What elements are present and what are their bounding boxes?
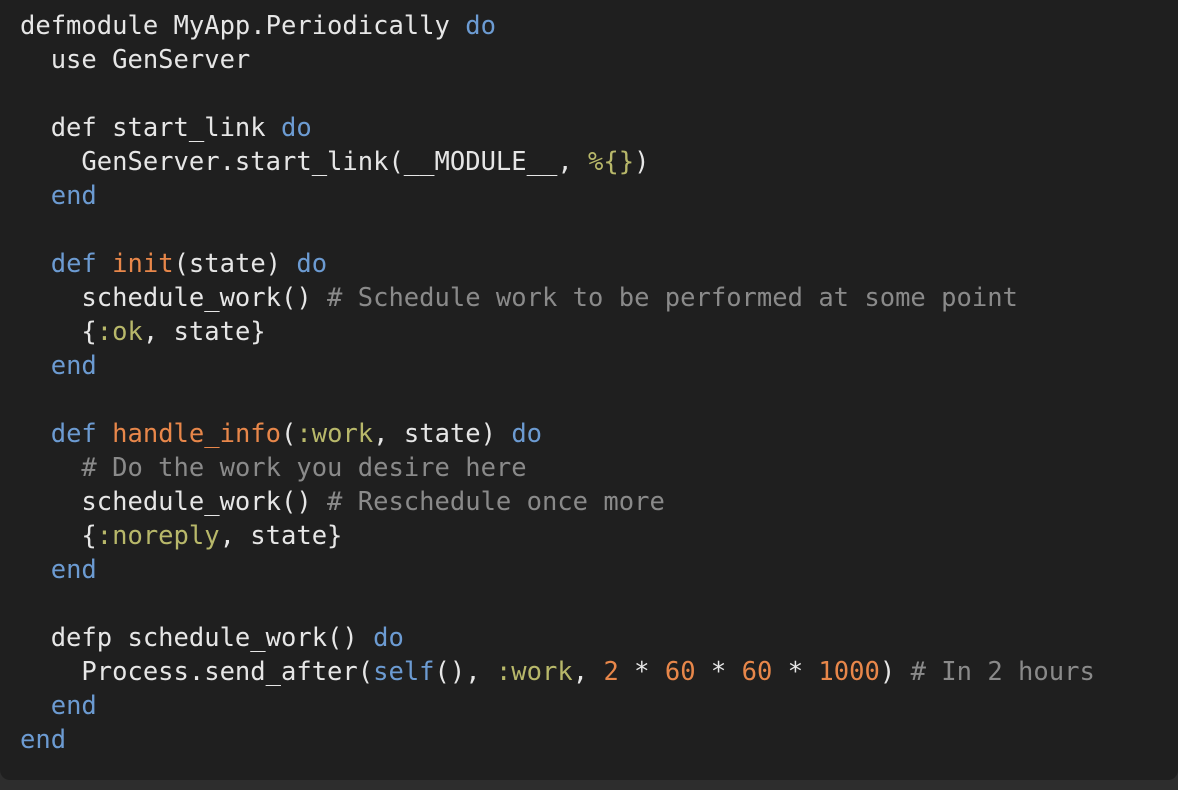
code-text: defp schedule_work()	[20, 623, 374, 653]
keyword-token: do	[373, 623, 404, 653]
function-name-token: handle_info	[112, 419, 282, 449]
code-text: use GenServer	[20, 45, 251, 75]
keyword-token: end	[50, 351, 97, 381]
comment-token: # Schedule work to be performed at some …	[327, 283, 1018, 313]
code-line: {:noreply, state}	[20, 519, 1095, 553]
number-token: 60	[741, 657, 773, 687]
code-text: def start_link	[20, 113, 281, 143]
number-token: 2	[603, 657, 619, 687]
keyword-token: end	[50, 691, 97, 721]
code-line: Process.send_after(self(), :work, 2 * 60…	[20, 655, 1095, 689]
keyword-token: def	[50, 419, 97, 449]
atom-token: :noreply	[96, 521, 220, 551]
keyword-token: do	[465, 11, 496, 41]
code-text: (	[281, 419, 297, 449]
atom-token: :work	[495, 657, 573, 687]
code-text: Process.send_after(	[20, 657, 374, 687]
keyword-token: do	[281, 113, 312, 143]
code-text: GenServer.start_link(__MODULE__,	[20, 147, 589, 177]
code-line: end	[20, 553, 1095, 587]
atom-token: :ok	[96, 317, 143, 347]
comment-token: # In 2 hours	[910, 657, 1095, 687]
code-line: GenServer.start_link(__MODULE__, %{})	[20, 145, 1095, 179]
code-line: use GenServer	[20, 43, 1095, 77]
code-line: schedule_work() # Reschedule once more	[20, 485, 1095, 519]
code-text: )	[634, 147, 650, 177]
keyword-token: def	[50, 249, 97, 279]
code-line: schedule_work() # Schedule work to be pe…	[20, 281, 1095, 315]
code-text: )	[879, 657, 911, 687]
code-line: end	[20, 349, 1095, 383]
code-line: # Do the work you desire here	[20, 451, 1095, 485]
keyword-token: do	[296, 249, 328, 279]
code-text: *	[618, 657, 665, 687]
code-text: schedule_work()	[20, 283, 328, 313]
atom-token: :work	[296, 419, 374, 449]
code-line: def start_link do	[20, 111, 1095, 145]
code-text: {	[20, 521, 97, 551]
code-line: end	[20, 689, 1095, 723]
code-line: end	[20, 723, 1095, 757]
code-text: {	[20, 317, 97, 347]
comment-token: # Reschedule once more	[327, 487, 665, 517]
code-text: , state}	[219, 521, 343, 551]
number-token: 1000	[818, 657, 880, 687]
code-text: (),	[434, 657, 496, 687]
code-text: defmodule MyApp.Periodically	[20, 11, 466, 41]
code-line: end	[20, 179, 1095, 213]
code-block: defmodule MyApp.Periodically do use GenS…	[20, 9, 1095, 757]
code-line: defp schedule_work() do	[20, 621, 1095, 655]
keyword-token: end	[50, 181, 97, 211]
keyword-token: self	[373, 657, 435, 687]
function-name-token: init	[112, 249, 174, 279]
code-line: def init(state) do	[20, 247, 1095, 281]
code-text: *	[772, 657, 819, 687]
code-text: *	[695, 657, 742, 687]
code-text: , state)	[373, 419, 512, 449]
code-line: def handle_info(:work, state) do	[20, 417, 1095, 451]
code-text: schedule_work()	[20, 487, 328, 517]
map-literal-token: %{}	[588, 147, 635, 177]
code-text: ,	[572, 657, 604, 687]
number-token: 60	[664, 657, 696, 687]
code-line: {:ok, state}	[20, 315, 1095, 349]
keyword-token: end	[50, 555, 97, 585]
keyword-token: end	[20, 725, 67, 755]
code-text: (state)	[173, 249, 297, 279]
code-editor: defmodule MyApp.Periodically do use GenS…	[0, 0, 1178, 780]
keyword-token: do	[511, 419, 543, 449]
comment-token: # Do the work you desire here	[81, 453, 527, 483]
code-text: , state}	[142, 317, 266, 347]
code-line: defmodule MyApp.Periodically do	[20, 9, 1095, 43]
